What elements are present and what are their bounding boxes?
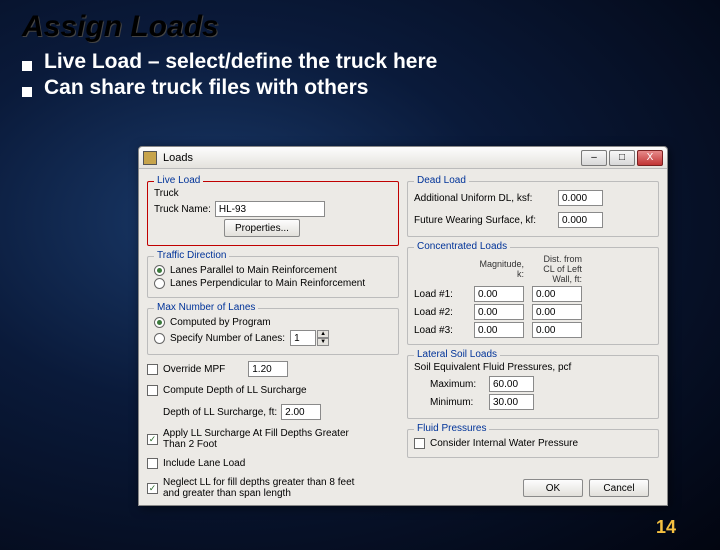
group-legend: Lateral Soil Loads (414, 349, 500, 360)
truck-name-input[interactable] (215, 201, 325, 217)
addl-dl-label: Additional Uniform DL, ksf: (414, 193, 554, 204)
group-legend: Max Number of Lanes (154, 302, 258, 313)
check-label: Compute Depth of LL Surcharge (163, 385, 307, 396)
radio-label: Lanes Parallel to Main Reinforcement (170, 265, 337, 276)
window-title: Loads (163, 152, 581, 164)
load3-dist-input[interactable] (532, 322, 582, 338)
max-lanes-group: Max Number of Lanes Computed by Program … (147, 308, 399, 355)
bullet-icon (22, 61, 32, 71)
radio-icon (154, 265, 165, 276)
group-legend: Concentrated Loads (414, 241, 510, 252)
app-icon (143, 151, 157, 165)
check-label: Include Lane Load (163, 458, 245, 469)
loads-dialog: Loads – □ X Live Load Truck Truck Name: … (138, 146, 668, 506)
radio-icon (154, 317, 165, 328)
dead-load-group: Dead Load Additional Uniform DL, ksf: Fu… (407, 181, 659, 237)
compute-depth-check[interactable]: Compute Depth of LL Surcharge (147, 385, 399, 396)
spinner-down-icon[interactable]: ▼ (317, 338, 329, 346)
distance-header: Dist. from CL of Left Wall, ft: (532, 254, 582, 284)
soil-max-input[interactable] (489, 376, 534, 392)
lanes-input[interactable] (290, 330, 316, 346)
load1-label: Load #1: (414, 289, 466, 300)
check-label: Override MPF (163, 364, 225, 375)
computed-by-program-radio[interactable]: Computed by Program (154, 317, 392, 328)
maximize-button[interactable]: □ (609, 150, 635, 166)
load1-dist-input[interactable] (532, 286, 582, 302)
bullet-icon (22, 87, 32, 97)
truck-label: Truck (154, 188, 392, 199)
include-lane-load-check[interactable]: Include Lane Load (147, 458, 399, 469)
load2-dist-input[interactable] (532, 304, 582, 320)
spinner-up-icon[interactable]: ▲ (317, 330, 329, 338)
group-legend: Live Load (154, 175, 203, 186)
check-label: Neglect LL for fill depths greater than … (163, 477, 373, 499)
load3-label: Load #3: (414, 325, 466, 336)
mpf-input[interactable] (248, 361, 288, 377)
fluid-pressures-group: Fluid Pressures Consider Internal Water … (407, 429, 659, 458)
apply-surcharge-check[interactable]: Apply LL Surcharge At Fill Depths Greate… (147, 428, 399, 450)
checkbox-icon (147, 364, 158, 375)
specify-lanes-radio[interactable]: Specify Number of Lanes: ▲▼ (154, 330, 392, 346)
addl-dl-input[interactable] (558, 190, 603, 206)
check-label: Consider Internal Water Pressure (430, 438, 578, 449)
slide-title: Assign Loads (22, 10, 720, 44)
load1-mag-input[interactable] (474, 286, 524, 302)
lanes-parallel-radio[interactable]: Lanes Parallel to Main Reinforcement (154, 265, 392, 276)
titlebar[interactable]: Loads – □ X (139, 147, 667, 169)
checkbox-icon (147, 458, 158, 469)
check-label: Apply LL Surcharge At Fill Depths Greate… (163, 428, 363, 450)
soil-min-label: Minimum: (430, 397, 485, 408)
ok-button[interactable]: OK (523, 479, 583, 497)
live-load-group: Live Load Truck Truck Name: Properties..… (147, 181, 399, 246)
checkbox-icon (147, 434, 158, 445)
consider-water-check[interactable]: Consider Internal Water Pressure (414, 438, 652, 449)
group-legend: Traffic Direction (154, 250, 229, 261)
fws-input[interactable] (558, 212, 603, 228)
left-column: Live Load Truck Truck Name: Properties..… (147, 175, 399, 503)
bullet-text: Live Load – select/define the truck here (44, 50, 437, 74)
checkbox-icon (147, 483, 158, 494)
radio-label: Specify Number of Lanes: (170, 333, 285, 344)
cancel-button[interactable]: Cancel (589, 479, 649, 497)
minimize-button[interactable]: – (581, 150, 607, 166)
bullet-item: Can share truck files with others (22, 76, 720, 100)
magnitude-header: Magnitude, k: (474, 259, 524, 279)
load2-mag-input[interactable] (474, 304, 524, 320)
group-legend: Dead Load (414, 175, 469, 186)
right-column: Dead Load Additional Uniform DL, ksf: Fu… (407, 175, 659, 503)
bullet-item: Live Load – select/define the truck here (22, 50, 720, 74)
traffic-direction-group: Traffic Direction Lanes Parallel to Main… (147, 256, 399, 298)
depth-label: Depth of LL Surcharge, ft: (163, 407, 277, 418)
checkbox-icon (147, 385, 158, 396)
load2-label: Load #2: (414, 307, 466, 318)
neglect-ll-check[interactable]: Neglect LL for fill depths greater than … (147, 477, 399, 499)
lanes-spinner[interactable]: ▲▼ (290, 330, 329, 346)
concentrated-loads-group: Concentrated Loads Magnitude, k: Dist. f… (407, 247, 659, 345)
soil-max-label: Maximum: (430, 379, 485, 390)
close-button[interactable]: X (637, 150, 663, 166)
page-number: 14 (656, 517, 676, 538)
fws-label: Future Wearing Surface, kf: (414, 215, 554, 226)
radio-label: Computed by Program (170, 317, 271, 328)
bullet-text: Can share truck files with others (44, 76, 368, 100)
lanes-perpendicular-radio[interactable]: Lanes Perpendicular to Main Reinforcemen… (154, 278, 392, 289)
radio-icon (154, 278, 165, 289)
radio-icon (154, 333, 165, 344)
checkbox-icon (414, 438, 425, 449)
lateral-soil-group: Lateral Soil Loads Soil Equivalent Fluid… (407, 355, 659, 419)
override-mpf-check[interactable]: Override MPF (147, 361, 399, 377)
depth-input[interactable] (281, 404, 321, 420)
bullet-list: Live Load – select/define the truck here… (22, 50, 720, 100)
soil-min-input[interactable] (489, 394, 534, 410)
group-legend: Fluid Pressures (414, 423, 489, 434)
radio-label: Lanes Perpendicular to Main Reinforcemen… (170, 278, 365, 289)
properties-button[interactable]: Properties... (224, 219, 300, 237)
truck-name-label: Truck Name: (154, 204, 211, 215)
soil-sublabel: Soil Equivalent Fluid Pressures, pcf (414, 362, 652, 373)
load3-mag-input[interactable] (474, 322, 524, 338)
